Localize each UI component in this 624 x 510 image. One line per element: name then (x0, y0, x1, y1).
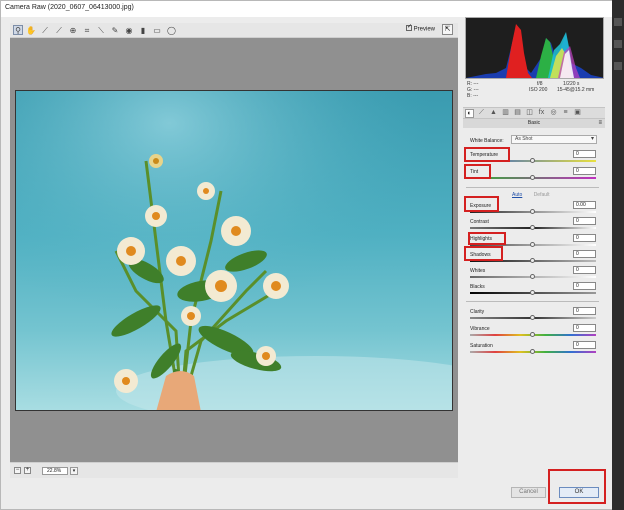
default-link[interactable]: Default (534, 192, 550, 198)
white-balance-select[interactable]: As Shot (511, 135, 597, 144)
title-bar: Camera Raw (2020_0607_06413000.jpg) (1, 1, 624, 17)
zoom-in-button[interactable]: + (24, 467, 31, 474)
vibrance-label: Vibrance (470, 326, 490, 332)
panel-title: Basic (527, 120, 541, 126)
background-window-edge (612, 0, 624, 510)
auto-default-links: Auto Default (512, 192, 550, 198)
basic-tab-icon[interactable]: ◐ (465, 109, 474, 118)
fullscreen-toggle-button[interactable]: ⇱ (442, 24, 453, 35)
adjustment-brush-icon[interactable]: ▮ (138, 25, 148, 35)
hand-icon[interactable]: ✋ (25, 25, 36, 35)
presets-tab-icon[interactable]: ≡ (561, 109, 570, 118)
temperature-value[interactable]: 0 (573, 150, 596, 158)
panel-header: Basic ≡ (463, 119, 605, 128)
exposure-highlight-box (464, 196, 499, 212)
spot-removal-icon[interactable]: ✎ (110, 25, 120, 35)
white-balance-label: White Balance: (470, 138, 504, 144)
hsl-tab-icon[interactable]: ▥ (501, 109, 510, 118)
crop-icon[interactable]: ⌗ (82, 25, 92, 35)
histogram (465, 17, 604, 79)
whites-label: Whites (470, 268, 486, 274)
clarity-value[interactable]: 0 (573, 307, 596, 315)
checkbox-checked-icon (406, 23, 412, 31)
vibrance-value[interactable]: 0 (573, 324, 596, 332)
shadows-value[interactable]: 0 (573, 250, 596, 258)
contrast-label: Contrast (470, 219, 489, 225)
blacks-slider-thumb[interactable] (530, 290, 535, 295)
contrast-slider-thumb[interactable] (530, 225, 535, 230)
photo-preview[interactable] (15, 90, 453, 411)
radial-filter-icon[interactable]: ◯ (166, 25, 176, 35)
saturation-slider-thumb[interactable] (530, 349, 535, 354)
graduated-filter-icon[interactable]: ▭ (152, 25, 162, 35)
divider (466, 187, 599, 188)
panel-icon (614, 62, 622, 70)
zoom-bar: − + 22.8% ▾ (10, 462, 458, 478)
clarity-label: Clarity (470, 309, 485, 315)
zoom-icon[interactable]: ⚲ (13, 25, 23, 35)
window-title: Camera Raw (2020_0607_06413000.jpg) (5, 4, 134, 11)
blacks-label: Blacks (470, 284, 485, 290)
highlights-value[interactable]: 0 (573, 234, 596, 242)
effects-tab-icon[interactable]: fx (537, 109, 546, 118)
ok-button[interactable]: OK (559, 487, 599, 498)
b-value: --- (473, 93, 479, 99)
b-label: B: (467, 93, 472, 99)
tool-bar: ⚲ ✋ ⟋ ⟋ ⊕ ⌗ ⟍ ✎ ◉ ▮ ▭ ◯ (10, 23, 458, 38)
vibrance-slider-thumb[interactable] (530, 332, 535, 337)
whites-slider-thumb[interactable] (530, 274, 535, 279)
exposure-slider-thumb[interactable] (530, 209, 535, 214)
straighten-icon[interactable]: ⟍ (96, 25, 106, 35)
auto-link[interactable]: Auto (512, 192, 522, 198)
white-balance-icon[interactable]: ⟋ (40, 25, 50, 35)
camera-calibration-tab-icon[interactable]: ◎ (549, 109, 558, 118)
split-toning-tab-icon[interactable]: ▤ (513, 109, 522, 118)
tint-slider-thumb[interactable] (530, 175, 535, 180)
temperature-highlight-box (464, 147, 510, 162)
divider (466, 301, 599, 302)
whites-value[interactable]: 0 (573, 266, 596, 274)
tint-highlight-box (464, 164, 491, 179)
lens-value: 15-45@15.2 mm (557, 87, 595, 93)
exposure-value[interactable]: 0.00 (573, 201, 596, 209)
targeted-adjustment-icon[interactable]: ⊕ (68, 25, 78, 35)
shadows-highlight-box (464, 246, 503, 261)
color-sampler-icon[interactable]: ⟋ (54, 25, 64, 35)
highlights-highlight-box (468, 232, 506, 245)
panel-tabs: ◐ ⟋ ▲ ▥ ▤ ◫ fx ◎ ≡ ▣ (463, 107, 605, 119)
flower-bouquet-image (16, 91, 452, 410)
temperature-slider-thumb[interactable] (530, 158, 535, 163)
clarity-slider-thumb[interactable] (530, 315, 535, 320)
saturation-value[interactable]: 0 (573, 341, 596, 349)
panel-menu-icon[interactable]: ≡ (598, 119, 602, 128)
chevron-down-icon[interactable]: ▾ (70, 467, 78, 475)
panel-icon (614, 40, 622, 48)
tint-value[interactable]: 0 (573, 167, 596, 175)
cancel-button[interactable]: Cancel (511, 487, 546, 498)
blacks-value[interactable]: 0 (573, 282, 596, 290)
histogram-graph (466, 18, 603, 78)
highlights-slider-thumb[interactable] (530, 242, 535, 247)
camera-info: R: --- G: --- B: --- f/8 ISO 200 1/220 s… (467, 81, 603, 106)
zoom-out-button[interactable]: − (14, 467, 21, 474)
zoom-level-field[interactable]: 22.8% (42, 467, 68, 475)
snapshots-tab-icon[interactable]: ▣ (573, 109, 582, 118)
contrast-value[interactable]: 0 (573, 217, 596, 225)
shadows-slider-thumb[interactable] (530, 258, 535, 263)
lens-corrections-tab-icon[interactable]: ◫ (525, 109, 534, 118)
camera-raw-window: Camera Raw (2020_0607_06413000.jpg) ⚲ ✋ … (0, 0, 624, 510)
iso-value: ISO 200 (529, 87, 548, 93)
preview-checkbox[interactable]: Preview (406, 23, 436, 33)
saturation-label: Saturation (470, 343, 493, 349)
preview-label: Preview (413, 26, 436, 33)
panel-icon (614, 18, 622, 26)
tone-curve-tab-icon[interactable]: ⟋ (477, 109, 486, 118)
detail-tab-icon[interactable]: ▲ (489, 109, 498, 118)
red-eye-icon[interactable]: ◉ (124, 25, 134, 35)
